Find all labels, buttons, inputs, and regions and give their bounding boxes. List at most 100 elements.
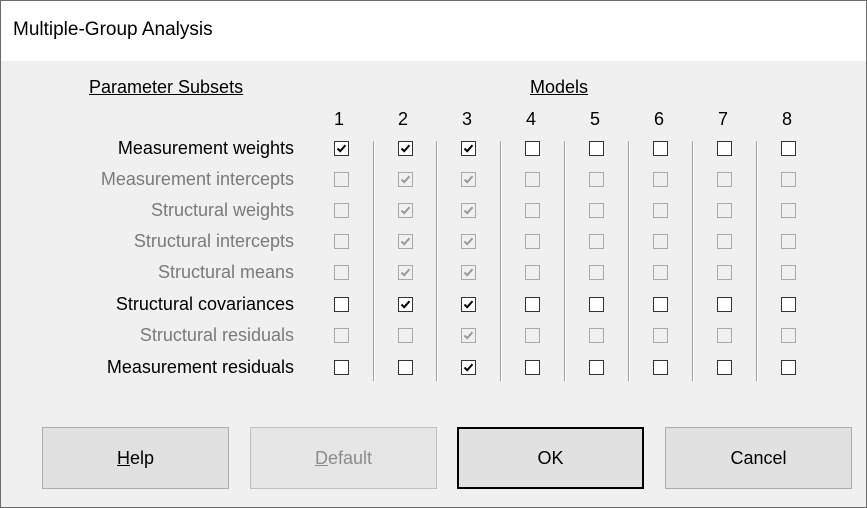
- default-button: Default: [250, 427, 437, 489]
- checkmark-icon: [463, 206, 474, 215]
- checkbox-row1-model4[interactable]: [525, 141, 540, 156]
- checkbox-row4-model8: [781, 234, 796, 249]
- checkbox-row8-model3[interactable]: [461, 360, 476, 375]
- checkbox-row2-model1: [334, 172, 349, 187]
- checkbox-row8-model1[interactable]: [334, 360, 349, 375]
- checkbox-row3-model8: [781, 203, 796, 218]
- checkbox-row4-model1: [334, 234, 349, 249]
- checkbox-row1-model5[interactable]: [589, 141, 604, 156]
- checkbox-row8-model6[interactable]: [653, 360, 668, 375]
- checkbox-row6-model1[interactable]: [334, 297, 349, 312]
- row-label: Structural residuals: [139, 325, 294, 345]
- checkbox-row5-model2: [398, 265, 413, 280]
- title-bar[interactable]: Multiple-Group Analysis: [1, 1, 866, 61]
- column-separator: [373, 141, 375, 381]
- row-label: Structural means: [157, 262, 294, 282]
- row-label: Structural covariances: [115, 294, 294, 314]
- default-label-rest: efault: [327, 447, 373, 468]
- checkbox-row8-model5[interactable]: [589, 360, 604, 375]
- row-label: Measurement residuals: [106, 357, 294, 377]
- column-separator: [500, 141, 502, 381]
- checkbox-row7-model4: [525, 328, 540, 343]
- checkbox-row8-model8[interactable]: [781, 360, 796, 375]
- checkbox-row5-model6: [653, 265, 668, 280]
- checkbox-row7-model8: [781, 328, 796, 343]
- model-column-1: 1: [333, 109, 344, 129]
- checkbox-row2-model6: [653, 172, 668, 187]
- checkmark-icon: [463, 331, 474, 340]
- checkbox-row6-model3[interactable]: [461, 297, 476, 312]
- model-column-5: 5: [589, 109, 600, 129]
- checkmark-icon: [463, 144, 474, 153]
- checkbox-row8-model2[interactable]: [398, 360, 413, 375]
- ok-button[interactable]: OK: [457, 427, 644, 489]
- checkbox-row2-model5: [589, 172, 604, 187]
- checkbox-row1-model1[interactable]: [334, 141, 349, 156]
- checkmark-icon: [400, 268, 411, 277]
- checkbox-row1-model7[interactable]: [717, 141, 732, 156]
- checkmark-icon: [336, 144, 347, 153]
- checkbox-row7-model1: [334, 328, 349, 343]
- row-label: Measurement intercepts: [100, 169, 294, 189]
- models-heading: Models: [530, 77, 589, 97]
- cancel-button[interactable]: Cancel: [665, 427, 852, 489]
- checkbox-row6-model2[interactable]: [398, 297, 413, 312]
- help-accel: H: [116, 447, 130, 468]
- checkbox-row7-model2: [398, 328, 413, 343]
- checkbox-row3-model7: [717, 203, 732, 218]
- checkmark-icon: [463, 268, 474, 277]
- column-separator: [564, 141, 566, 381]
- model-column-7: 7: [717, 109, 728, 129]
- checkbox-row7-model5: [589, 328, 604, 343]
- checkmark-icon: [400, 175, 411, 184]
- model-column-8: 8: [781, 109, 792, 129]
- checkbox-row4-model4: [525, 234, 540, 249]
- checkbox-row5-model1: [334, 265, 349, 280]
- checkbox-row3-model5: [589, 203, 604, 218]
- checkbox-row3-model2: [398, 203, 413, 218]
- checkbox-row7-model6: [653, 328, 668, 343]
- checkbox-row1-model2[interactable]: [398, 141, 413, 156]
- checkbox-row2-model4: [525, 172, 540, 187]
- checkbox-row6-model4[interactable]: [525, 297, 540, 312]
- checkbox-row1-model3[interactable]: [461, 141, 476, 156]
- checkbox-row3-model4: [525, 203, 540, 218]
- checkmark-icon: [400, 237, 411, 246]
- dialog-window: Multiple-Group Analysis Parameter Subset…: [0, 0, 867, 508]
- checkmark-icon: [463, 300, 474, 309]
- checkbox-row8-model7[interactable]: [717, 360, 732, 375]
- model-column-6: 6: [653, 109, 664, 129]
- checkbox-row3-model6: [653, 203, 668, 218]
- default-accel: D: [314, 447, 328, 468]
- help-label-rest: elp: [129, 447, 155, 468]
- checkmark-icon: [400, 144, 411, 153]
- checkbox-row1-model6[interactable]: [653, 141, 668, 156]
- checkbox-row6-model8[interactable]: [781, 297, 796, 312]
- model-column-2: 2: [397, 109, 408, 129]
- checkmark-icon: [463, 363, 474, 372]
- checkbox-row4-model5: [589, 234, 604, 249]
- parameter-subsets-heading: Parameter Subsets: [89, 77, 244, 97]
- row-label: Structural weights: [150, 200, 294, 220]
- checkmark-icon: [400, 206, 411, 215]
- checkbox-row4-model7: [717, 234, 732, 249]
- checkbox-row3-model1: [334, 203, 349, 218]
- checkbox-row8-model4[interactable]: [525, 360, 540, 375]
- checkbox-row2-model8: [781, 172, 796, 187]
- column-separator: [756, 141, 758, 381]
- checkbox-row2-model3: [461, 172, 476, 187]
- checkbox-row6-model6[interactable]: [653, 297, 668, 312]
- checkbox-row4-model6: [653, 234, 668, 249]
- checkbox-row6-model5[interactable]: [589, 297, 604, 312]
- model-column-3: 3: [461, 109, 472, 129]
- checkbox-row5-model5: [589, 265, 604, 280]
- checkbox-row6-model7[interactable]: [717, 297, 732, 312]
- checkbox-row4-model2: [398, 234, 413, 249]
- checkmark-icon: [463, 175, 474, 184]
- checkbox-row2-model7: [717, 172, 732, 187]
- column-separator: [628, 141, 630, 381]
- help-button[interactable]: Help: [42, 427, 229, 489]
- checkbox-row5-model3: [461, 265, 476, 280]
- checkbox-row4-model3: [461, 234, 476, 249]
- checkbox-row1-model8[interactable]: [781, 141, 796, 156]
